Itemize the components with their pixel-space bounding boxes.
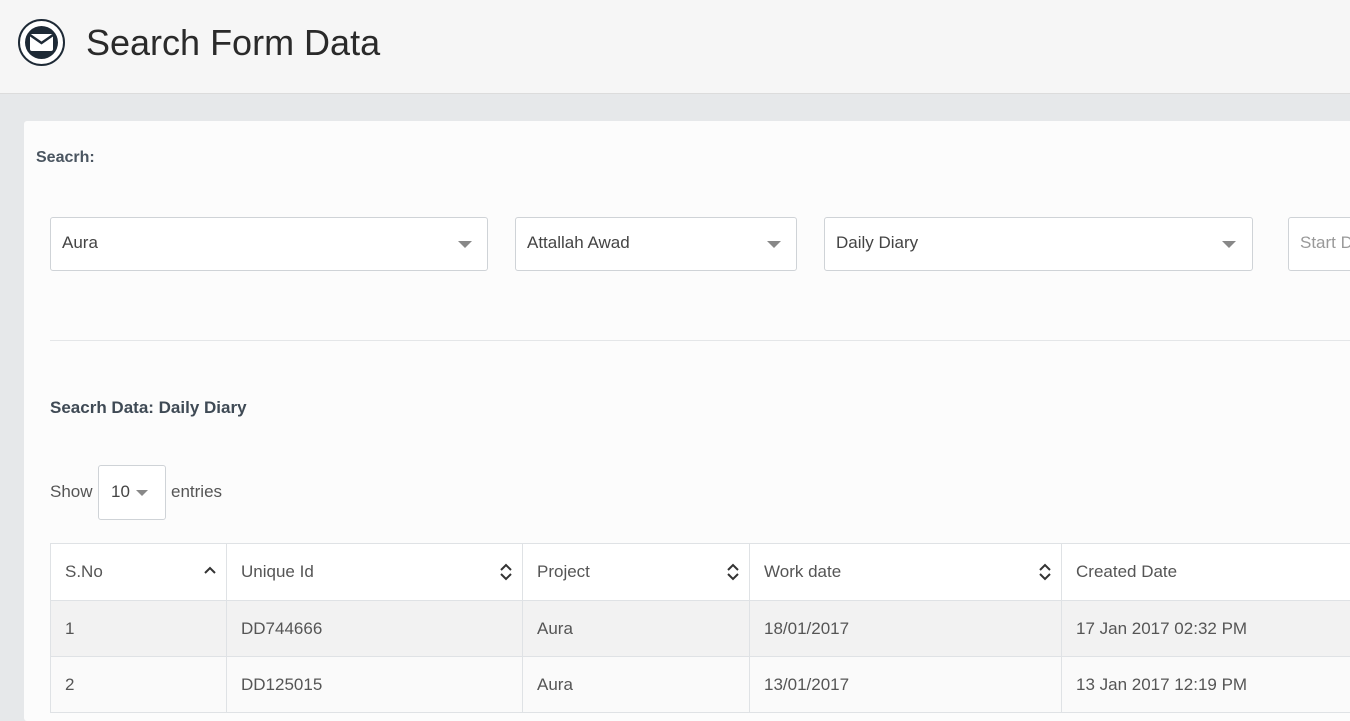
sort-both-icon xyxy=(498,562,514,582)
divider xyxy=(50,340,1350,341)
sort-ascending-icon xyxy=(202,562,218,578)
cell-project: Aura xyxy=(523,601,750,657)
cell-sno: 2 xyxy=(51,657,227,713)
column-header-label: S.No xyxy=(65,562,103,581)
chevron-down-icon xyxy=(458,241,472,248)
column-header-work-date[interactable]: Work date xyxy=(750,544,1062,601)
search-panel: Seacrh: Aura Attallah Awad Daily Diary S… xyxy=(24,121,1350,721)
column-header-project[interactable]: Project xyxy=(523,544,750,601)
user-select[interactable]: Attallah Awad xyxy=(515,217,797,271)
entries-length-value: 10 xyxy=(111,482,130,502)
column-header-label: Created Date xyxy=(1076,562,1177,581)
cell-work-date: 13/01/2017 xyxy=(750,657,1062,713)
page-title: Search Form Data xyxy=(86,20,380,66)
start-date-placeholder: Start D xyxy=(1300,233,1350,253)
sort-both-icon xyxy=(1037,562,1053,582)
app-header: Search Form Data xyxy=(0,0,1350,94)
results-label: Seacrh Data: Daily Diary xyxy=(50,398,247,418)
entries-label: entries xyxy=(171,482,222,502)
entries-length-select[interactable]: 10 xyxy=(98,465,166,520)
column-header-label: Work date xyxy=(764,562,841,581)
column-header-label: Project xyxy=(537,562,590,581)
cell-created-date: 13 Jan 2017 12:19 PM xyxy=(1062,657,1350,713)
cell-sno: 1 xyxy=(51,601,227,657)
sort-both-icon xyxy=(725,562,741,582)
form-select-value: Daily Diary xyxy=(836,233,918,253)
results-table: S.No Unique Id Project xyxy=(50,543,1350,713)
cell-unique-id: DD744666 xyxy=(227,601,523,657)
show-label: Show xyxy=(50,482,93,502)
table-row[interactable]: 2 DD125015 Aura 13/01/2017 13 Jan 2017 1… xyxy=(51,657,1350,713)
chevron-down-icon xyxy=(767,241,781,248)
cell-project: Aura xyxy=(523,657,750,713)
chevron-down-icon xyxy=(1222,241,1236,248)
cell-created-date: 17 Jan 2017 02:32 PM xyxy=(1062,601,1350,657)
column-header-created-date[interactable]: Created Date xyxy=(1062,544,1350,601)
project-select[interactable]: Aura xyxy=(50,217,488,271)
cell-work-date: 18/01/2017 xyxy=(750,601,1062,657)
column-header-unique-id[interactable]: Unique Id xyxy=(227,544,523,601)
table-row[interactable]: 1 DD744666 Aura 18/01/2017 17 Jan 2017 0… xyxy=(51,601,1350,657)
search-label: Seacrh: xyxy=(36,149,95,167)
envelope-icon xyxy=(18,19,65,66)
start-date-input[interactable]: Start D xyxy=(1288,217,1350,271)
form-select[interactable]: Daily Diary xyxy=(824,217,1253,271)
cell-unique-id: DD125015 xyxy=(227,657,523,713)
user-select-value: Attallah Awad xyxy=(527,233,630,253)
column-header-label: Unique Id xyxy=(241,562,314,581)
chevron-down-icon xyxy=(136,490,148,496)
table-header-row: S.No Unique Id Project xyxy=(51,544,1350,601)
project-select-value: Aura xyxy=(62,233,98,253)
column-header-sno[interactable]: S.No xyxy=(51,544,227,601)
